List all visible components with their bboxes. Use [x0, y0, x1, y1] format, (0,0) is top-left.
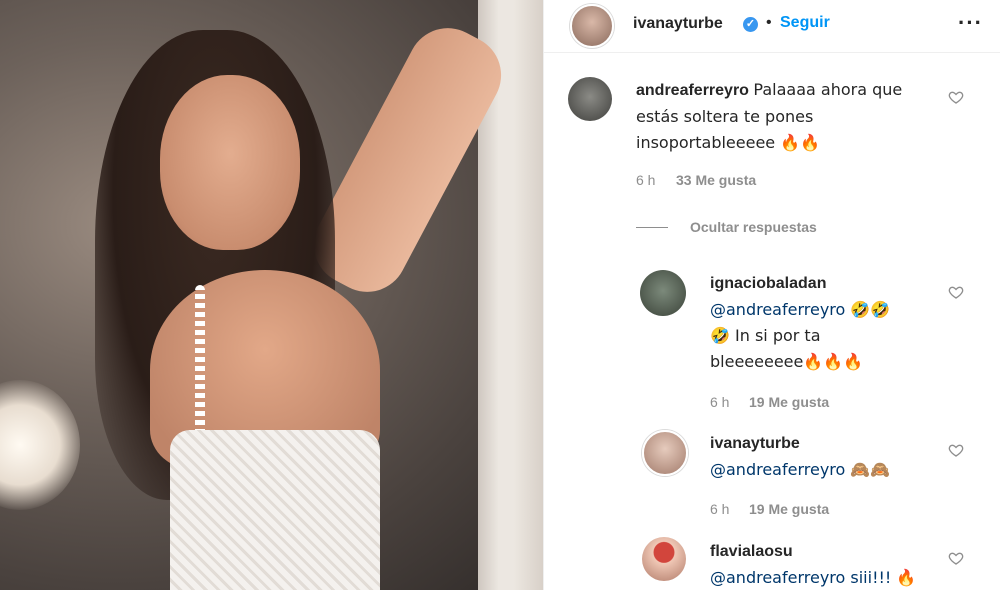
comment-line-3: insoportableeeee 🔥🔥: [636, 133, 821, 152]
heart-icon[interactable]: [948, 284, 964, 300]
verified-badge-icon: ✓: [743, 17, 758, 32]
photo-light-detail: [0, 380, 80, 510]
reply-avatar[interactable]: [642, 537, 686, 581]
reply-username[interactable]: ignaciobaladan: [710, 275, 826, 292]
heart-icon[interactable]: [948, 550, 964, 566]
hide-replies-label: Ocultar respuestas: [690, 219, 817, 235]
hide-replies-line: [636, 227, 668, 229]
photo-dress-detail: [170, 430, 380, 590]
comment-body: andreaferreyro Palaaaa ahora que estás s…: [636, 77, 902, 156]
header-separator: •: [766, 14, 772, 31]
more-options-icon[interactable]: ···: [958, 10, 983, 36]
comment-line-1: andreaferreyro Palaaaa ahora que: [636, 77, 902, 104]
heart-icon[interactable]: [948, 89, 964, 105]
reply-time[interactable]: 6 h: [710, 394, 729, 410]
reply-line-1: @andreaferreyro 🤣🤣: [710, 300, 891, 319]
photo-frame-detail: [498, 0, 514, 590]
reply-likes[interactable]: 19 Me gusta: [749, 394, 829, 410]
reply-body: ignaciobaladan @andreaferreyro 🤣🤣 🤣 In s…: [710, 271, 890, 375]
reply-body: ivanayturbe @andreaferreyro 🙈🙈: [710, 431, 890, 483]
reply-body: flavialaosu @andreaferreyro siii!!! 🔥: [710, 539, 916, 591]
commenter-username[interactable]: andreaferreyro: [636, 82, 749, 99]
follow-button[interactable]: Seguir: [780, 14, 830, 32]
reply-likes[interactable]: 19 Me gusta: [749, 501, 829, 517]
comment-line-2: estás soltera te pones: [636, 107, 814, 126]
reply-avatar[interactable]: [640, 270, 686, 316]
comment-time[interactable]: 6 h: [636, 172, 655, 188]
reply-username[interactable]: ivanayturbe: [710, 435, 800, 452]
reply-line-2: 🤣 In si por ta: [710, 326, 821, 345]
photo-face-detail: [160, 75, 300, 250]
reply-line-1: @andreaferreyro siii!!! 🔥: [710, 568, 917, 587]
reply-avatar[interactable]: [642, 430, 688, 476]
hide-replies-toggle[interactable]: Ocultar respuestas: [636, 219, 817, 237]
author-avatar[interactable]: [570, 4, 614, 48]
reply-username[interactable]: flavialaosu: [710, 543, 793, 560]
author-username[interactable]: ivanayturbe: [633, 15, 723, 33]
reply-line-3: bleeeeeeee🔥🔥🔥: [710, 352, 864, 371]
reply-line-1: @andreaferreyro 🙈🙈: [710, 460, 891, 479]
post-photo[interactable]: [0, 0, 543, 590]
comments-panel: ivanayturbe ✓ • Seguir ··· andreaferreyr…: [543, 0, 1000, 590]
comment-likes[interactable]: 33 Me gusta: [676, 172, 756, 188]
comment-text: Palaaaa ahora que: [753, 80, 903, 99]
photo-pearls-detail: [195, 285, 205, 445]
post-header: ivanayturbe ✓ • Seguir ···: [544, 0, 1000, 53]
heart-icon[interactable]: [948, 442, 964, 458]
reply-time[interactable]: 6 h: [710, 501, 729, 517]
commenter-avatar[interactable]: [568, 77, 612, 121]
